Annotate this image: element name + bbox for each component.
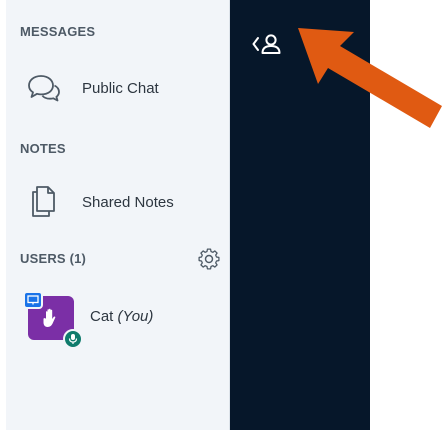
users-section-title: USERS (1) xyxy=(20,251,87,266)
public-chat-item[interactable]: Public Chat xyxy=(6,68,228,108)
shared-notes-label: Shared Notes xyxy=(82,193,174,211)
navbar xyxy=(230,0,370,430)
user-list-item[interactable]: Cat (You) xyxy=(6,288,228,350)
shared-notes-item[interactable]: Shared Notes xyxy=(6,182,228,222)
microphone-icon xyxy=(63,329,83,349)
app-root: MESSAGES Public Chat NOTES Shared Notes xyxy=(0,0,444,430)
gear-icon[interactable] xyxy=(198,248,220,270)
chat-bubbles-icon xyxy=(24,68,64,108)
user-list-panel: MESSAGES Public Chat NOTES Shared Notes xyxy=(6,0,230,430)
user-name-text: Cat xyxy=(90,308,114,325)
toggle-userlist-button[interactable] xyxy=(248,30,288,62)
public-chat-label: Public Chat xyxy=(82,79,159,97)
user-name: Cat (You) xyxy=(90,308,153,325)
notes-section-title: NOTES xyxy=(20,141,66,156)
presentation-icon xyxy=(23,291,43,309)
toggle-userlist-icon xyxy=(251,33,285,60)
document-stack-icon xyxy=(24,182,64,222)
raised-hand-icon xyxy=(41,307,61,329)
user-you-label: (You) xyxy=(117,308,154,325)
messages-section-title: MESSAGES xyxy=(20,24,96,39)
